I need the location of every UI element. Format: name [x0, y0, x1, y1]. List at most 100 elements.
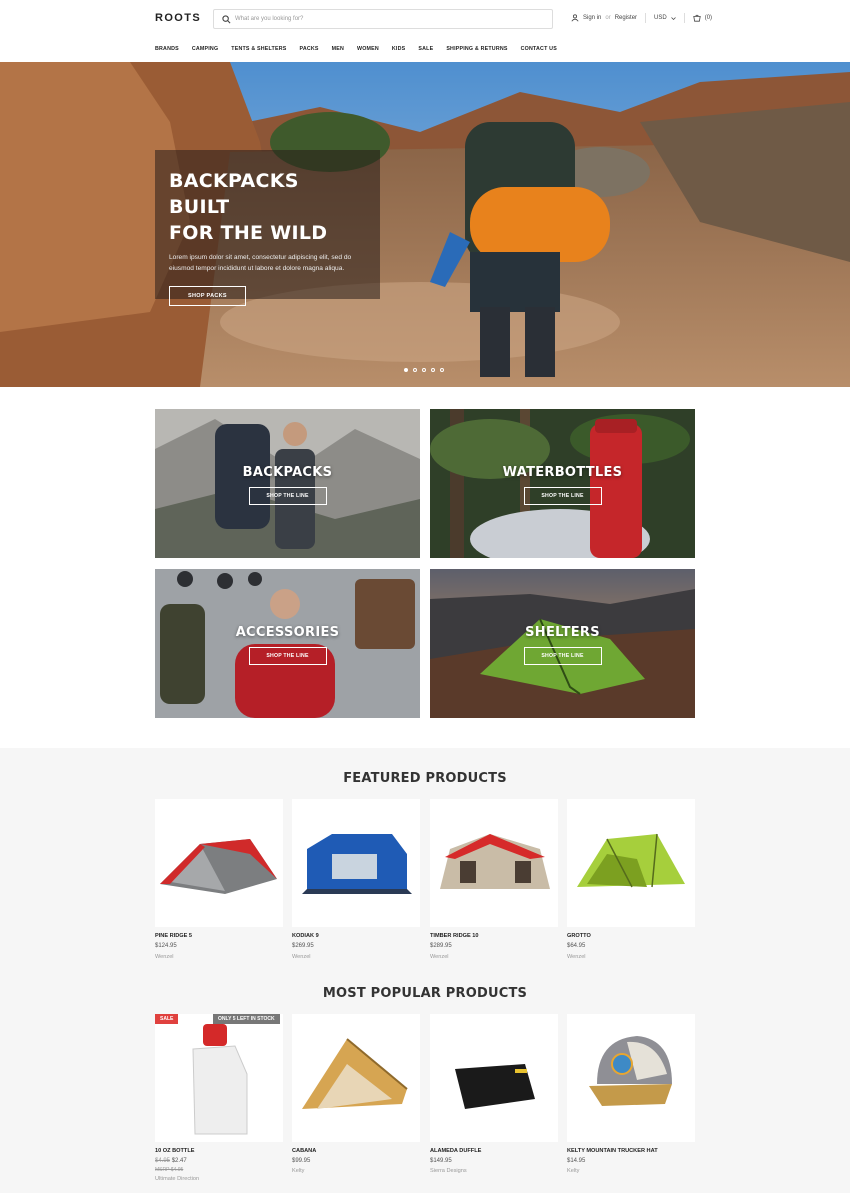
shop-packs-button[interactable]: SHOP PACKS	[169, 286, 246, 306]
product-price: $149.95	[430, 1158, 452, 1164]
divider	[683, 13, 685, 23]
product-card[interactable]	[567, 1014, 695, 1142]
product-brand[interactable]: Wenzel	[155, 954, 174, 960]
nav-shipping-returns[interactable]: SHIPPING & RETURNS	[446, 46, 507, 52]
nav-kids[interactable]: KIDS	[392, 46, 405, 52]
product-card[interactable]	[430, 799, 558, 927]
product-name[interactable]: KODIAK 9	[292, 933, 319, 939]
category-label: WATERBOTTLES	[502, 465, 623, 480]
backpacks-image	[155, 409, 420, 558]
product-card[interactable]	[155, 799, 283, 927]
hero-title-line2: FOR THE WILD	[169, 222, 328, 244]
account-area: Sign in or Register USD (0)	[571, 13, 712, 23]
old-price: $4.95	[155, 1158, 171, 1164]
user-icon	[571, 14, 579, 22]
slider-dot[interactable]	[422, 368, 426, 372]
product-name[interactable]: CABANA	[292, 1148, 316, 1154]
product-name[interactable]: PINE RIDGE 5	[155, 933, 192, 939]
product-brand[interactable]: Sierra Designs	[430, 1168, 467, 1174]
product-brand[interactable]: Wenzel	[567, 954, 586, 960]
product-card[interactable]	[292, 799, 420, 927]
product-brand[interactable]: Kelty	[567, 1168, 579, 1174]
main-nav: BRANDS CAMPING TENTS & SHELTERS PACKS ME…	[155, 46, 557, 52]
hero-title-line1: BACKPACKS BUILT	[169, 170, 299, 218]
product-price: $99.95	[292, 1158, 311, 1164]
register-link[interactable]: Register	[615, 15, 637, 21]
duffle-image	[455, 1064, 535, 1109]
shop-the-line-button[interactable]: SHOP THE LINE	[248, 647, 327, 665]
product-brand[interactable]: Kelty	[292, 1168, 304, 1174]
or-text: or	[605, 15, 611, 21]
product-name[interactable]: ALAMEDA DUFFLE	[430, 1148, 481, 1154]
product-name[interactable]: GROTTO	[567, 933, 591, 939]
category-label: BACKPACKS	[242, 465, 333, 480]
nav-women[interactable]: WOMEN	[357, 46, 379, 52]
cart-icon[interactable]	[693, 14, 701, 22]
nav-contact-us[interactable]: CONTACT US	[521, 46, 557, 52]
product-brand[interactable]: Wenzel	[430, 954, 449, 960]
nav-sale[interactable]: SALE	[418, 46, 433, 52]
product-price: $269.95	[292, 943, 314, 949]
chevron-down-icon	[670, 16, 676, 20]
category-tile-waterbottles[interactable]: WATERBOTTLES SHOP THE LINE	[430, 409, 695, 558]
category-tile-backpacks[interactable]: BACKPACKS SHOP THE LINE	[155, 409, 420, 558]
slider-dot[interactable]	[404, 368, 408, 372]
slider-dot[interactable]	[431, 368, 435, 372]
product-price: $289.95	[430, 943, 452, 949]
trucker-hat-image	[589, 1036, 672, 1106]
nav-tents-shelters[interactable]: TENTS & SHELTERS	[231, 46, 286, 52]
category-tile-shelters[interactable]: SHELTERS SHOP THE LINE	[430, 569, 695, 718]
product-brand[interactable]: Ultimate Direction	[155, 1176, 199, 1182]
nav-men[interactable]: MEN	[332, 46, 344, 52]
shelters-image	[430, 569, 695, 718]
shop-the-line-button[interactable]: SHOP THE LINE	[523, 487, 602, 505]
slider-dot[interactable]	[413, 368, 417, 372]
featured-products-title: FEATURED PRODUCTS	[343, 771, 507, 786]
accessories-image	[155, 569, 420, 718]
product-name[interactable]: KELTY MOUNTAIN TRUCKER HAT	[567, 1148, 658, 1154]
hero-image	[0, 62, 850, 387]
sale-badge: SALE	[155, 1014, 179, 1024]
product-card[interactable]	[567, 799, 695, 927]
product-card[interactable]	[155, 1014, 283, 1142]
slider-dot[interactable]	[440, 368, 444, 372]
stock-badge: ONLY 5 LEFT IN STOCK	[213, 1014, 280, 1024]
hero-banner: BACKPACKS BUILT FOR THE WILD Lorem ipsum…	[0, 62, 850, 387]
shop-the-line-button[interactable]: SHOP THE LINE	[523, 647, 602, 665]
msrp-price: MSRP $4.95	[155, 1167, 184, 1173]
nav-camping[interactable]: CAMPING	[192, 46, 218, 52]
pine-ridge-image	[160, 839, 277, 894]
product-price-group: $4.95 $2.47	[155, 1158, 187, 1164]
product-brand[interactable]: Wenzel	[292, 954, 311, 960]
search-placeholder: What are you looking for?	[235, 16, 304, 22]
hero-description: Lorem ipsum dolor sit amet, consectetur …	[169, 254, 352, 272]
site-header: ROOTS What are you looking for? Sign in …	[0, 0, 850, 62]
product-price: $64.95	[567, 943, 586, 949]
slider-dots	[404, 368, 444, 372]
category-tile-accessories[interactable]: ACCESSORIES SHOP THE LINE	[155, 569, 420, 718]
product-card[interactable]	[292, 1014, 420, 1142]
sign-in-link[interactable]: Sign in	[583, 15, 601, 21]
currency-selector[interactable]: USD	[654, 15, 667, 21]
search-icon	[222, 14, 231, 23]
nav-brands[interactable]: BRANDS	[155, 46, 179, 52]
divider	[645, 13, 647, 23]
store-logo[interactable]: ROOTS	[155, 12, 201, 24]
product-card[interactable]	[430, 1014, 558, 1142]
shop-the-line-button[interactable]: SHOP THE LINE	[248, 487, 327, 505]
waterbottles-image	[430, 409, 695, 558]
hero-text-panel: BACKPACKS BUILT FOR THE WILD Lorem ipsum…	[155, 150, 380, 306]
category-label: ACCESSORIES	[235, 625, 340, 640]
products-section	[0, 748, 850, 1193]
nav-packs[interactable]: PACKS	[299, 46, 318, 52]
bottle-image	[192, 1024, 248, 1135]
cart-count[interactable]: (0)	[705, 15, 712, 21]
sale-price: $2.47	[171, 1158, 187, 1164]
timber-ridge-image	[440, 834, 550, 889]
product-name[interactable]: TIMBER RIDGE 10	[430, 933, 479, 939]
product-name[interactable]: 10 OZ BOTTLE	[155, 1148, 194, 1154]
product-price: $124.95	[155, 943, 177, 949]
category-label: SHELTERS	[525, 625, 600, 640]
search-input[interactable]: What are you looking for?	[213, 9, 553, 29]
cabana-image	[302, 1038, 408, 1109]
